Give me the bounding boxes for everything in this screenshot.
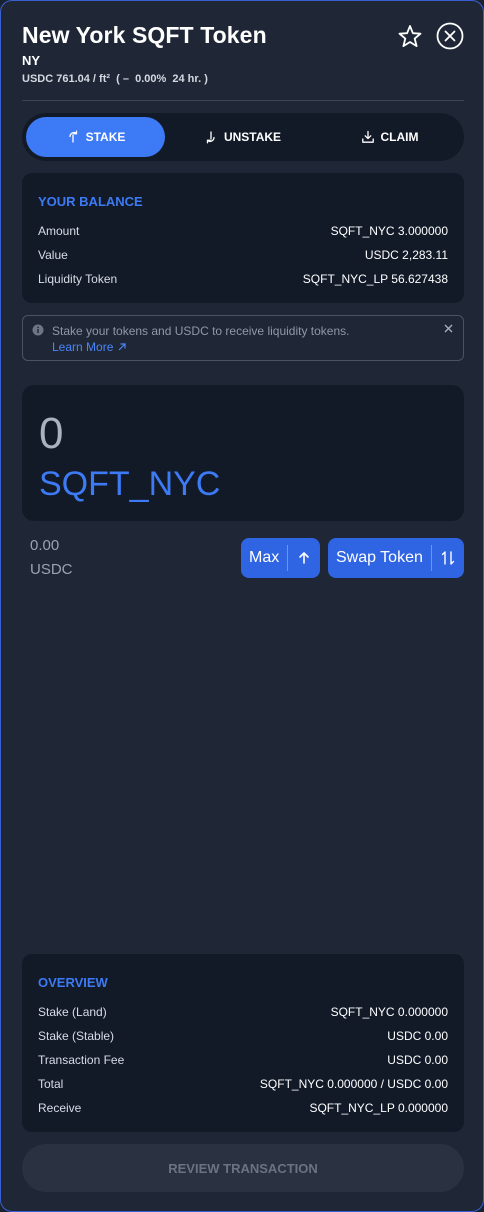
row-value: USDC 0.00	[387, 1053, 448, 1067]
max-label: Max	[249, 549, 280, 566]
action-tabs: STAKE UNSTAKE CLAIM	[22, 113, 464, 161]
row-label: Total	[38, 1077, 64, 1091]
row-value: SQFT_NYC_LP 56.627438	[302, 272, 448, 286]
row-label: Transaction Fee	[38, 1053, 125, 1067]
overview-row: Transaction Fee USDC 0.00	[38, 1053, 448, 1067]
star-icon	[398, 25, 422, 47]
overview-heading: OVERVIEW	[38, 975, 108, 990]
row-label: Liquidity Token	[38, 272, 118, 286]
price-line: USDC 761.04 / ft² ( – 0.00% 24 hr. )	[22, 73, 208, 85]
balance-row: Amount SQFT_NYC 3.000000	[38, 224, 448, 238]
row-value: SQFT_NYC 0.000000	[330, 1005, 448, 1019]
balance-card: YOUR BALANCE Amount SQFT_NYC 3.000000 Va…	[22, 173, 464, 303]
info-banner: Stake your tokens and USDC to receive li…	[22, 315, 464, 361]
row-label: Stake (Stable)	[38, 1029, 115, 1043]
page-title: New York SQFT Token	[22, 22, 267, 48]
overview-card: OVERVIEW Stake (Land) SQFT_NYC 0.000000 …	[22, 954, 464, 1132]
download-icon	[361, 130, 374, 143]
swap-arrows-icon	[432, 538, 464, 578]
tab-claim-label: CLAIM	[380, 130, 419, 144]
balance-heading: YOUR BALANCE	[38, 194, 143, 209]
stake-panel: New York SQFT Token NY USDC 761.04 / ft²…	[0, 0, 484, 1212]
dismiss-icon[interactable]	[444, 324, 453, 333]
tab-unstake-label: UNSTAKE	[223, 130, 282, 144]
info-icon	[32, 324, 44, 336]
review-transaction-button[interactable]: REVIEW TRANSACTION	[22, 1144, 464, 1192]
max-button[interactable]: Max	[241, 538, 320, 578]
row-value: SQFT_NYC_LP 0.000000	[309, 1101, 448, 1115]
row-label: Stake (Land)	[38, 1005, 107, 1019]
external-link-icon	[118, 343, 126, 351]
amount-input[interactable]: 0	[39, 409, 63, 459]
close-button[interactable]	[436, 22, 464, 50]
token-symbol: NY	[22, 53, 41, 68]
row-label: Amount	[38, 224, 80, 238]
favorite-button[interactable]	[396, 23, 424, 51]
row-value: USDC 0.00	[387, 1029, 448, 1043]
row-label: Value	[38, 248, 68, 262]
overview-row: Stake (Stable) USDC 0.00	[38, 1029, 448, 1043]
swap-label: Swap Token	[336, 549, 423, 566]
balance-row: Liquidity Token SQFT_NYC_LP 56.627438	[38, 272, 448, 286]
overview-row: Total SQFT_NYC 0.000000 / USDC 0.00	[38, 1077, 448, 1091]
usd-unit: USDC	[30, 561, 73, 578]
row-value: USDC 2,283.11	[364, 248, 448, 262]
balance-row: Value USDC 2,283.11	[38, 248, 448, 262]
learn-more-label: Learn More	[52, 340, 114, 354]
tab-stake[interactable]: STAKE	[26, 117, 165, 157]
tab-unstake[interactable]: UNSTAKE	[173, 117, 312, 157]
amount-input-card[interactable]: 0 SQFT_NYC	[22, 385, 464, 521]
tab-stake-label: STAKE	[85, 130, 126, 144]
overview-row: Stake (Land) SQFT_NYC 0.000000	[38, 1005, 448, 1019]
header-divider	[22, 100, 464, 101]
token-label: SQFT_NYC	[39, 465, 221, 503]
row-value: SQFT_NYC 0.000000 / USDC 0.00	[259, 1077, 448, 1091]
stake-icon	[68, 130, 77, 143]
unstake-icon	[206, 131, 215, 144]
row-label: Receive	[38, 1101, 82, 1115]
learn-more-link[interactable]: Learn More	[52, 340, 127, 354]
arrow-up-icon	[288, 538, 320, 578]
swap-token-button[interactable]: Swap Token	[328, 538, 464, 578]
row-value: SQFT_NYC 3.000000	[330, 224, 448, 238]
overview-row: Receive SQFT_NYC_LP 0.000000	[38, 1101, 448, 1115]
tab-claim[interactable]: CLAIM	[320, 117, 459, 157]
close-icon	[436, 22, 464, 50]
usd-amount: 0.00	[30, 537, 60, 554]
info-text: Stake your tokens and USDC to receive li…	[52, 324, 350, 338]
